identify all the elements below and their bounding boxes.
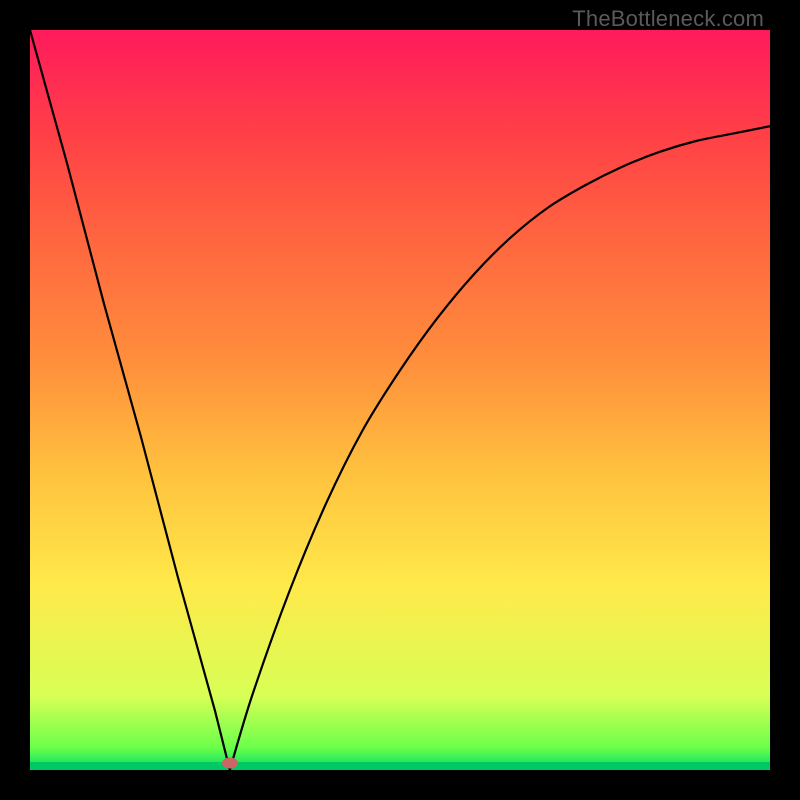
watermark-text: TheBottleneck.com	[572, 6, 764, 32]
chart-frame: TheBottleneck.com	[0, 0, 800, 800]
curve-path	[30, 30, 770, 770]
plot-area	[30, 30, 770, 770]
curve-svg	[30, 30, 770, 770]
minimum-marker	[222, 757, 238, 768]
